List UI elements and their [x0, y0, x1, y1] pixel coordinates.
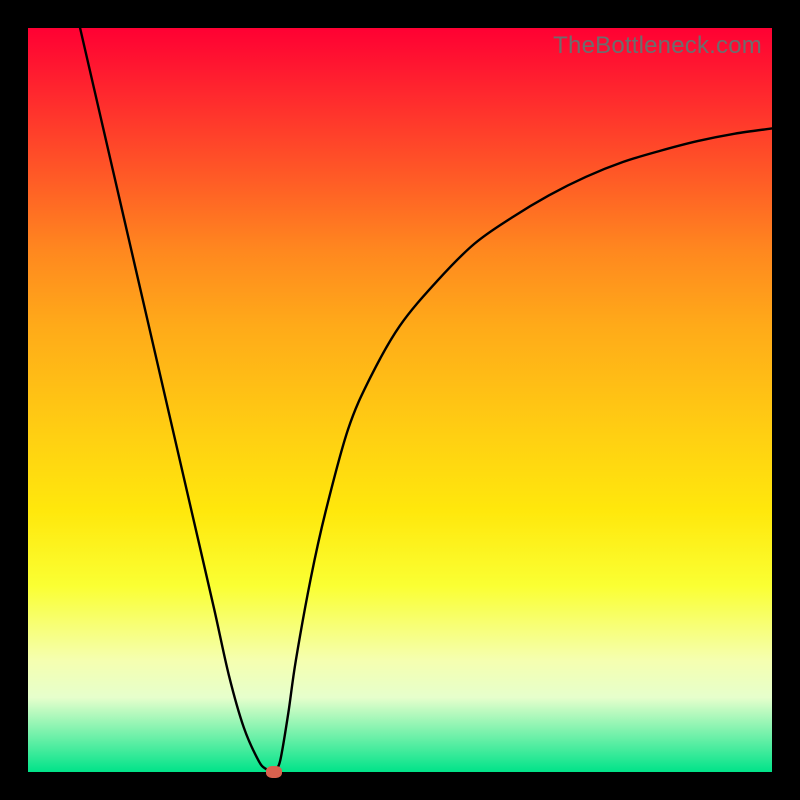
bottleneck-curve — [28, 28, 772, 772]
chart-frame: TheBottleneck.com — [0, 0, 800, 800]
plot-area: TheBottleneck.com — [28, 28, 772, 772]
optimum-marker — [266, 766, 282, 778]
